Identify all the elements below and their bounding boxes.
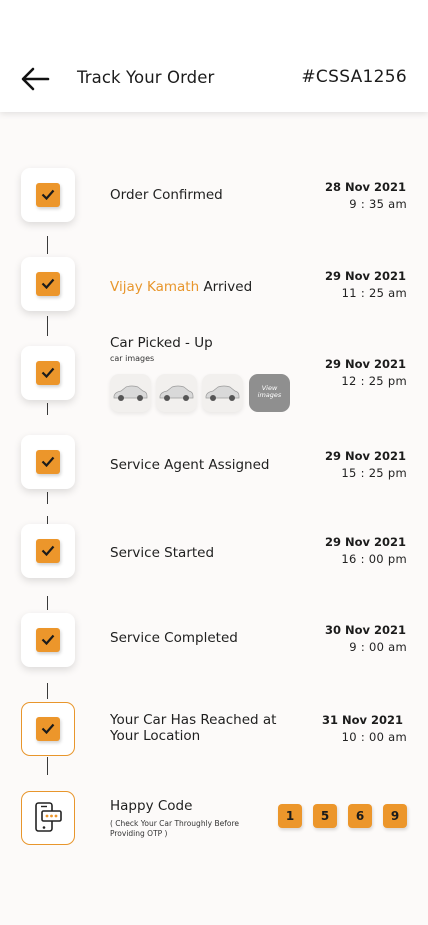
checkbox-checked-icon [36, 628, 60, 652]
step-time: 9 : 35 am [349, 197, 407, 211]
step-status-box [21, 257, 75, 311]
step-label: Service Agent Assigned [110, 457, 270, 473]
happy-code-note: ( Check Your Car Throughly Before Provid… [110, 819, 239, 838]
timeline-connector [47, 316, 48, 336]
timeline-connector [47, 492, 48, 504]
car-images-caption: car images [110, 354, 155, 363]
step-date: 30 Nov 2021 [324, 623, 406, 637]
car-image-thumbnail[interactable] [202, 374, 243, 412]
step-date: 29 Nov 2021 [324, 449, 406, 463]
order-id: #CSSA1256 [301, 67, 407, 87]
car-image-thumbnail[interactable] [156, 374, 197, 412]
timeline-connector [47, 596, 48, 610]
agent-name[interactable]: Vijay Kamath [110, 279, 199, 295]
otp-digit: 6 [348, 804, 372, 828]
page-title: Track Your Order [77, 68, 215, 87]
checkbox-checked-icon [36, 361, 60, 385]
checkbox-checked-icon [36, 183, 60, 207]
step-time: 10 : 00 am [341, 730, 407, 744]
step-label: Vijay Kamath Arrived [110, 279, 252, 295]
timeline-connector [47, 403, 48, 415]
happy-code-box [21, 791, 75, 845]
step-status-box [21, 435, 75, 489]
step-status-box [21, 702, 75, 756]
step-status-box [21, 524, 75, 578]
happy-code-title: Happy Code [110, 798, 193, 814]
step-time: 12 : 25 pm [341, 374, 407, 388]
step-date: 29 Nov 2021 [324, 357, 406, 371]
checkbox-checked-icon [36, 272, 60, 296]
step-status-box [21, 168, 75, 222]
otp-phone-icon [35, 802, 62, 832]
checkbox-checked-icon [36, 450, 60, 474]
step-time: 11 : 25 am [341, 286, 407, 300]
car-image-thumbnail[interactable] [110, 374, 151, 412]
car-icon [113, 385, 148, 401]
step-label: Order Confirmed [110, 187, 223, 203]
view-images-button[interactable]: View images [249, 374, 290, 412]
step-time: 9 : 00 am [349, 640, 407, 654]
timeline-connector [47, 683, 48, 699]
step-label-line2: Your Location [110, 728, 201, 744]
otp-digit: 5 [313, 804, 337, 828]
step-status-box [21, 346, 75, 400]
step-date: 28 Nov 2021 [324, 180, 406, 194]
otp-digit: 9 [383, 804, 407, 828]
otp-digit: 1 [278, 804, 302, 828]
car-icon [205, 385, 240, 401]
step-date: 29 Nov 2021 [324, 535, 406, 549]
step-label: Your Car Has Reached at [110, 712, 277, 728]
step-date: 31 Nov 2021 [321, 713, 403, 727]
checkbox-checked-icon [36, 717, 60, 741]
step-status-box [21, 613, 75, 667]
car-icon [159, 385, 194, 401]
step-date: 29 Nov 2021 [324, 269, 406, 283]
step-label-suffix: Arrived [199, 279, 253, 295]
timeline-connector [47, 236, 48, 254]
app-header: Track Your Order #CSSA1256 [0, 0, 428, 112]
step-time: 16 : 00 pm [341, 552, 407, 566]
view-images-label: View images [257, 384, 282, 399]
step-label: Service Completed [110, 630, 238, 646]
step-label: Car Picked - Up [110, 335, 213, 351]
timeline-connector [47, 757, 48, 775]
back-arrow-icon[interactable] [20, 66, 50, 92]
checkbox-checked-icon [36, 539, 60, 563]
step-time: 15 : 25 pm [341, 466, 407, 480]
step-label: Service Started [110, 545, 215, 561]
